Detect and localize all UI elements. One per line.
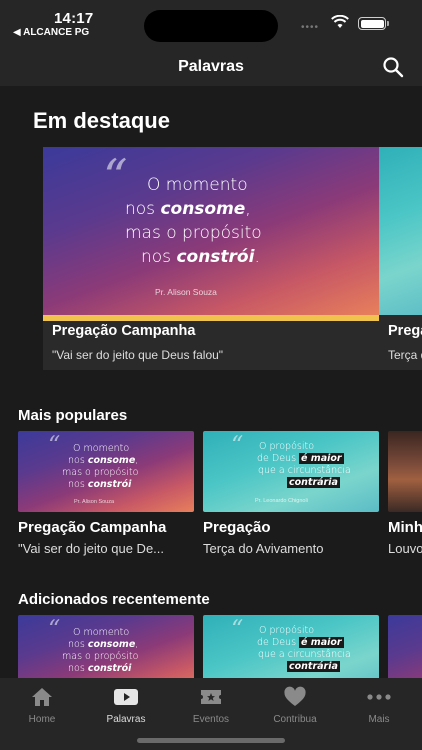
tab-mais[interactable]: Mais [337,686,421,725]
quote-author: Pr. Alison Souza [155,287,217,297]
quote-mark-icon: “ [231,431,244,459]
battery-icon [358,17,389,30]
quote-author: Pr. Alison Souza [74,499,115,505]
tab-label: Home [28,714,56,725]
card-subtitle: Louvo [388,541,422,556]
tab-label: Palavras [106,714,146,725]
tab-palavras[interactable]: Palavras [84,686,168,725]
popular-card[interactable]: “ O momento nos consome, mas o propósito… [18,431,194,556]
tab-label: Contribua [273,714,317,725]
recent-card[interactable]: “ O propósito de Deus é maior que a circ… [203,615,379,678]
tab-contribua[interactable]: Contribua [253,686,337,725]
card-thumbnail: “ O momento nos consome, mas o propósito… [18,431,194,512]
recent-card[interactable] [388,615,422,678]
card-title: Pregação [388,323,422,339]
nav-bar: Palavras [0,46,422,86]
card-title: Minh [388,519,422,536]
card-title: Pregação Campanha [18,519,167,536]
quote-text: O momento nos consome, mas o propósito n… [62,627,139,674]
card-thumbnail: “ O propósito de Deus é maior que a circ… [203,431,379,512]
featured-card[interactable]: “ O momento nos consome, mas o propósito… [43,147,379,370]
featured-section-title: Em destaque [33,108,170,133]
featured-card-artwork [379,147,422,315]
card-subtitle: Terça do Avivamento [388,348,422,362]
home-icon [32,688,52,706]
quote-text: O propósito de Deus é maior que a circun… [257,625,351,672]
tab-label: Mais [368,714,390,725]
popular-section-title: Mais populares [18,407,128,424]
card-subtitle: "Vai ser do jeito que De... [18,541,165,556]
quote-text: O propósito de Deus é maior que a circun… [257,441,351,488]
recent-card[interactable]: “ O momento nos consome, mas o propósito… [18,615,194,678]
tab-home[interactable]: Home [0,686,84,725]
quote-mark-icon: “ [48,615,61,643]
status-time: 14:17 [54,10,94,27]
card-title: Pregação [203,519,271,536]
quote-text: O momento nos consome, mas o propósito n… [62,443,139,490]
card-subtitle: "Vai ser do jeito que Deus falou" [52,348,224,362]
card-thumbnail: “ O propósito de Deus é maior que a circ… [203,615,379,678]
search-icon[interactable] [382,56,404,78]
dynamic-island [144,10,278,42]
quote-mark-icon: “ [103,149,128,205]
signal-icon: •••• [301,22,320,33]
quote-mark-icon: “ [231,615,244,643]
tab-eventos[interactable]: Eventos [169,686,253,725]
featured-card-artwork: “ O momento nos consome, mas o propósito… [43,147,379,315]
quote-text: O momento nos consome, mas o propósito n… [125,175,262,267]
card-title: Pregação Campanha [52,323,196,339]
popular-card[interactable]: Minh Louvo [388,431,422,556]
back-to-app-link[interactable]: ◀ ALCANCE PG [13,27,89,38]
accent-band [43,315,379,321]
home-indicator[interactable] [137,738,285,743]
ticket-icon [201,690,221,704]
main-content[interactable]: Em destaque “ O momento nos consome, mas… [0,86,422,678]
popular-card[interactable]: “ O propósito de Deus é maior que a circ… [203,431,379,556]
quote-author: Pr. Leonardo Chignoli [255,498,308,504]
play-icon [114,689,138,705]
card-thumbnail [388,615,422,678]
tab-label: Eventos [192,714,230,725]
status-bar: 14:17 ◀ ALCANCE PG •••• [0,0,422,46]
quote-mark-icon: “ [48,431,61,459]
card-subtitle: Terça do Avivamento [203,541,324,556]
page-title: Palavras [178,58,244,75]
card-thumbnail [388,431,422,512]
heart-icon [284,686,306,706]
card-thumbnail: “ O momento nos consome, mas o propósito… [18,615,194,678]
more-icon [367,694,391,700]
recent-section-title: Adicionados recentemente [18,591,210,608]
wifi-icon [331,15,349,28]
featured-card[interactable]: Pregação Terça do Avivamento [379,147,422,370]
